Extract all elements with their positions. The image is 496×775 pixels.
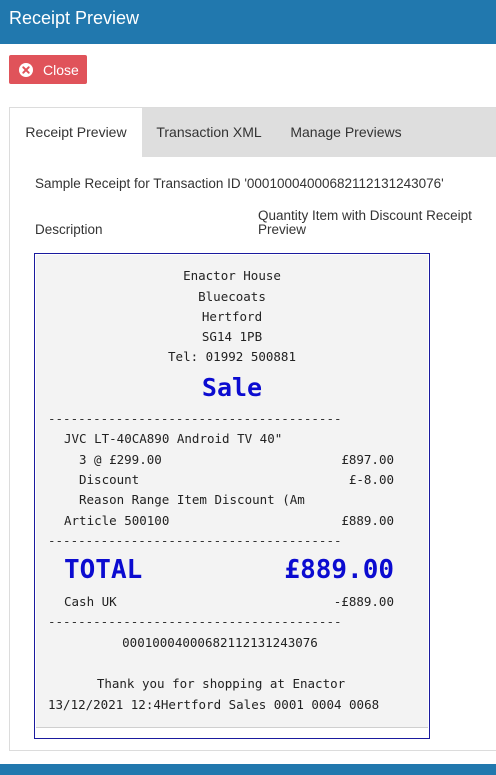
receipt-separator: --------------------------------------- xyxy=(48,533,342,548)
close-circle-icon xyxy=(19,62,33,77)
receipt-article: Article 500100 xyxy=(64,513,170,528)
description-value-line1: Quantity Item with Discount Receipt xyxy=(258,208,472,223)
tab-receipt-preview[interactable]: Receipt Preview xyxy=(10,108,142,157)
receipt-article-amount: £889.00 xyxy=(341,513,394,528)
receipt-thanks: Thank you for shopping at Enactor xyxy=(96,676,346,691)
window-title-bar: Receipt Preview xyxy=(0,0,496,44)
receipt-total-amount: £889.00 xyxy=(284,555,394,585)
receipt-header-line: Bluecoats xyxy=(198,289,266,304)
receipt-discount-amount: £-8.00 xyxy=(348,472,394,487)
receipt-separator: --------------------------------------- xyxy=(48,411,342,426)
receipt-frame: Enactor House Bluecoats Hertford SG14 1P… xyxy=(34,253,430,739)
receipt-header-line: Hertford xyxy=(201,309,263,324)
receipt-qty-amount: £897.00 xyxy=(341,452,394,467)
close-button-label: Close xyxy=(43,61,79,78)
receipt-header-line: SG14 1PB xyxy=(201,329,263,344)
receipt-header-line: Enactor House xyxy=(183,268,281,283)
bottom-bar xyxy=(0,764,496,775)
receipt-item-name: JVC LT-40CA890 Android TV 40" xyxy=(64,431,283,446)
receipt-tender-amount: -£889.00 xyxy=(333,594,394,609)
receipt-discount-reason: Reason Range Item Discount (Am xyxy=(79,492,305,507)
receipt-total-label: TOTAL xyxy=(64,555,143,585)
receipt-qty-price: 3 @ £299.00 xyxy=(79,452,162,467)
receipt-footer: 13/12/2021 12:4Hertford Sales 0001 0004 … xyxy=(48,697,380,712)
receipt-tender-label: Cash UK xyxy=(64,594,117,609)
description-label: Description xyxy=(35,222,103,237)
receipt-separator: --------------------------------------- xyxy=(48,614,342,629)
description-value: Quantity Item with Discount Receipt Prev… xyxy=(258,209,472,237)
receipt-preview: Enactor House Bluecoats Hertford SG14 1P… xyxy=(36,255,428,728)
tab-manage-previews[interactable]: Manage Previews xyxy=(276,108,416,157)
sample-receipt-text: Sample Receipt for Transaction ID '00010… xyxy=(35,176,444,191)
close-button[interactable]: Close xyxy=(9,55,87,84)
receipt-transaction-id: 000100040006821121312430​76 xyxy=(122,635,318,650)
receipt-discount-label: Discount xyxy=(79,472,140,487)
receipt-sale-title: Sale xyxy=(201,373,263,402)
tab-bar: Receipt Preview Transaction XML Manage P… xyxy=(10,108,496,157)
window-title: Receipt Preview xyxy=(9,8,140,28)
description-value-line2: Preview xyxy=(258,222,307,237)
tab-transaction-xml[interactable]: Transaction XML xyxy=(142,108,276,157)
receipt-header-line: Tel: 01992 500881 xyxy=(168,349,296,364)
